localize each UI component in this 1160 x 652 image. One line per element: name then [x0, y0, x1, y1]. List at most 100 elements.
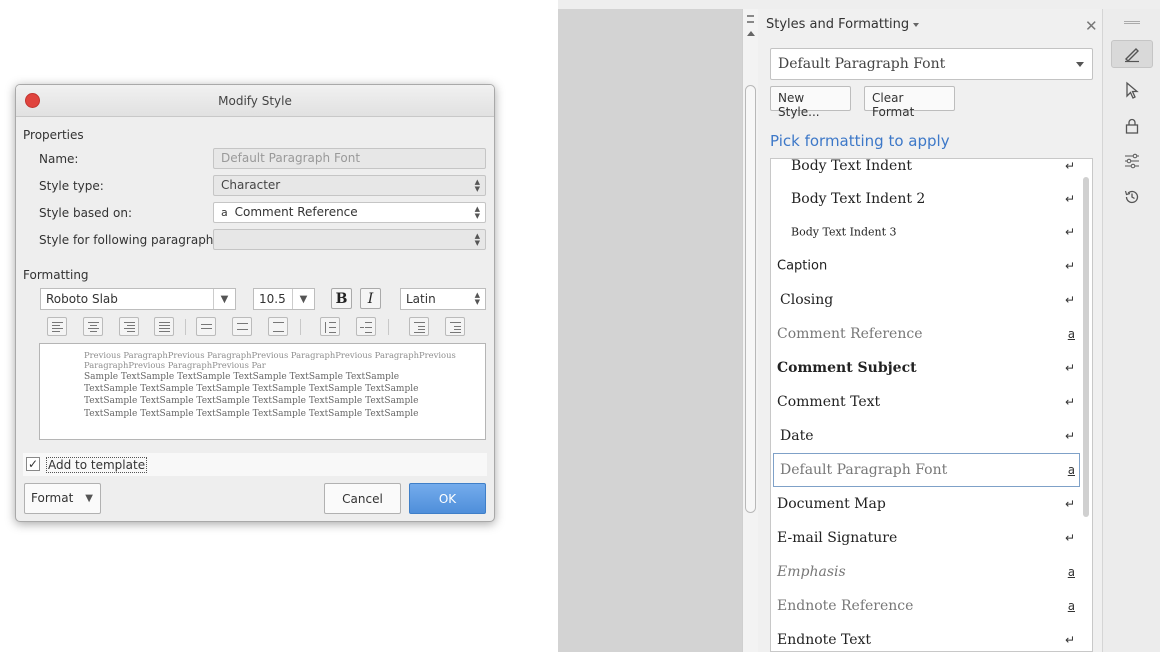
new-style-button[interactable]: New Style... — [770, 86, 851, 119]
current-style-select[interactable]: Default Paragraph Font — [770, 48, 1093, 80]
font-name-select[interactable]: Roboto Slab ▼ — [40, 288, 236, 310]
properties-heading: Properties — [23, 128, 84, 142]
toolbar-separator — [185, 319, 186, 335]
lock-icon[interactable] — [1111, 112, 1153, 140]
align-center-icon[interactable] — [83, 317, 103, 336]
dropdown-arrow-icon — [1076, 62, 1084, 67]
style-list-item[interactable]: Body Text Indent 2 ↵ — [771, 182, 1079, 216]
style-list-scrollbar[interactable] — [1083, 177, 1089, 517]
font-size-select[interactable]: 10.5 ▼ — [253, 288, 315, 310]
script-value: Latin — [406, 292, 436, 306]
bold-button[interactable]: B — [331, 288, 352, 309]
style-list-item[interactable]: Comment Subject ↵ — [771, 351, 1079, 385]
style-list-item-label: Emphasis — [777, 564, 846, 580]
name-label: Name: — [39, 152, 79, 166]
style-type-select[interactable]: Character ▲ ▼ — [213, 175, 486, 196]
styles-icon[interactable] — [1111, 40, 1153, 68]
style-list-item[interactable]: Endnote Reference a — [771, 589, 1079, 623]
style-list-item[interactable]: E-mail Signature ↵ — [771, 521, 1079, 555]
add-to-template-checkbox[interactable]: ✓ — [26, 457, 40, 471]
pick-formatting-heading: Pick formatting to apply — [770, 132, 950, 150]
line-spacing-onehalf-icon[interactable] — [232, 317, 252, 336]
script-select[interactable]: Latin ▲ ▼ — [400, 288, 486, 310]
preview-sample-line: Sample TextSample TextSample TextSample … — [84, 372, 400, 382]
align-left-icon[interactable] — [47, 317, 67, 336]
style-list-item[interactable]: Caption ↵ — [771, 249, 1079, 283]
dialog-title: Modify Style — [218, 94, 292, 108]
line-spacing-single-icon[interactable] — [196, 317, 216, 336]
italic-button[interactable]: I — [360, 288, 381, 309]
format-menu-button[interactable]: Format ▼ — [24, 483, 101, 514]
ok-button[interactable]: OK — [409, 483, 486, 514]
paragraph-style-icon: ↵ — [1064, 361, 1075, 375]
dialog-titlebar[interactable]: Modify Style — [16, 85, 494, 117]
style-based-on-select[interactable]: a Comment Reference ▲ ▼ — [213, 202, 486, 223]
paragraph-style-icon: ↵ — [1064, 192, 1075, 206]
style-list-item[interactable]: Closing ↵ — [771, 283, 1079, 317]
font-size-value: 10.5 — [259, 292, 286, 306]
style-list-item[interactable]: Default Paragraph Font a — [773, 453, 1080, 487]
style-type-label: Style type: — [39, 179, 104, 193]
document-vertical-scrollbar[interactable] — [742, 9, 758, 652]
add-to-template-row[interactable]: ✓ Add to template — [23, 453, 487, 476]
style-list-item-label: Endnote Reference — [777, 598, 914, 614]
style-list-item[interactable]: Document Map ↵ — [771, 487, 1079, 521]
add-to-template-label[interactable]: Add to template — [46, 457, 148, 473]
sidebar-title[interactable]: Styles and Formatting — [766, 17, 920, 32]
paragraph-style-icon: ↵ — [1064, 395, 1075, 409]
style-list-item-label: Comment Subject — [777, 360, 917, 376]
decrease-paragraph-spacing-icon[interactable] — [356, 317, 376, 336]
document-background — [558, 9, 742, 652]
formatting-heading: Formatting — [23, 268, 89, 282]
following-style-select[interactable]: ▲ ▼ — [213, 229, 486, 250]
paragraph-style-icon: ↵ — [1064, 429, 1075, 443]
spin-arrows-icon: ▲ ▼ — [474, 291, 480, 306]
cancel-button[interactable]: Cancel — [324, 483, 401, 514]
increase-indent-icon[interactable] — [409, 317, 429, 336]
style-list-item[interactable]: Endnote Text ↵ — [771, 623, 1079, 651]
style-type-value: Character — [221, 178, 281, 192]
style-list-item-label: Body Text Indent 2 — [791, 191, 926, 207]
style-list-item[interactable]: Emphasis a — [771, 555, 1079, 589]
style-list-item-label: Closing — [780, 292, 834, 308]
style-list-item-label: Endnote Text — [777, 632, 872, 648]
clear-format-button[interactable]: Clear Format — [864, 86, 955, 119]
style-list-item-label: Body Text Indent — [791, 158, 912, 174]
pointer-icon[interactable] — [1111, 76, 1153, 104]
style-list-item[interactable]: Body Text Indent 3 ↵ — [771, 215, 1079, 249]
style-list-item-label: Default Paragraph Font — [780, 462, 948, 478]
style-list-item[interactable]: Body Text Indent ↵ — [771, 158, 1079, 183]
preview-sample-line: TextSample TextSample TextSample TextSam… — [84, 408, 419, 419]
align-justify-icon[interactable] — [154, 317, 174, 336]
scroll-up-arrow-icon[interactable] — [747, 31, 755, 36]
style-list-item-label: Caption — [777, 258, 828, 274]
caret-down-icon — [913, 22, 920, 27]
close-icon[interactable]: ✕ — [1085, 17, 1098, 35]
history-icon[interactable] — [1111, 183, 1153, 211]
split-handle-icon[interactable] — [747, 15, 754, 23]
style-list-item-label: Body Text Indent 3 — [791, 225, 897, 239]
dropdown-arrow-icon: ▼ — [292, 289, 314, 309]
style-list-item[interactable]: Comment Reference a — [771, 317, 1079, 351]
spin-arrows-icon: ▲ ▼ — [474, 178, 480, 193]
scrollbar-thumb[interactable] — [745, 85, 756, 513]
character-style-icon: a — [1067, 565, 1075, 579]
style-list-item-label: Date — [780, 428, 814, 444]
document-top-strip — [558, 0, 1160, 9]
decrease-indent-icon[interactable] — [445, 317, 465, 336]
line-spacing-double-icon[interactable] — [268, 317, 288, 336]
name-value: Default Paragraph Font — [221, 151, 361, 165]
settings-sliders-icon[interactable] — [1111, 147, 1153, 175]
style-list-item-label: Document Map — [777, 496, 886, 512]
style-list-item-label: Comment Reference — [777, 326, 923, 342]
style-list-item[interactable]: Date ↵ — [771, 419, 1079, 453]
style-preview: Previous ParagraphPrevious ParagraphPrev… — [39, 343, 486, 440]
style-list[interactable]: Body Text Indent ↵ Body Text Indent 2 ↵ Body… — [770, 158, 1093, 652]
name-field[interactable]: Default Paragraph Font — [213, 148, 486, 169]
align-right-icon[interactable] — [119, 317, 139, 336]
increase-paragraph-spacing-icon[interactable] — [320, 317, 340, 336]
preview-previous-paragraph: Previous ParagraphPrevious ParagraphPrev… — [84, 350, 456, 370]
character-style-icon: a — [1067, 463, 1075, 477]
style-list-item[interactable]: Comment Text ↵ — [771, 385, 1079, 419]
format-button-label: Format — [31, 491, 74, 505]
